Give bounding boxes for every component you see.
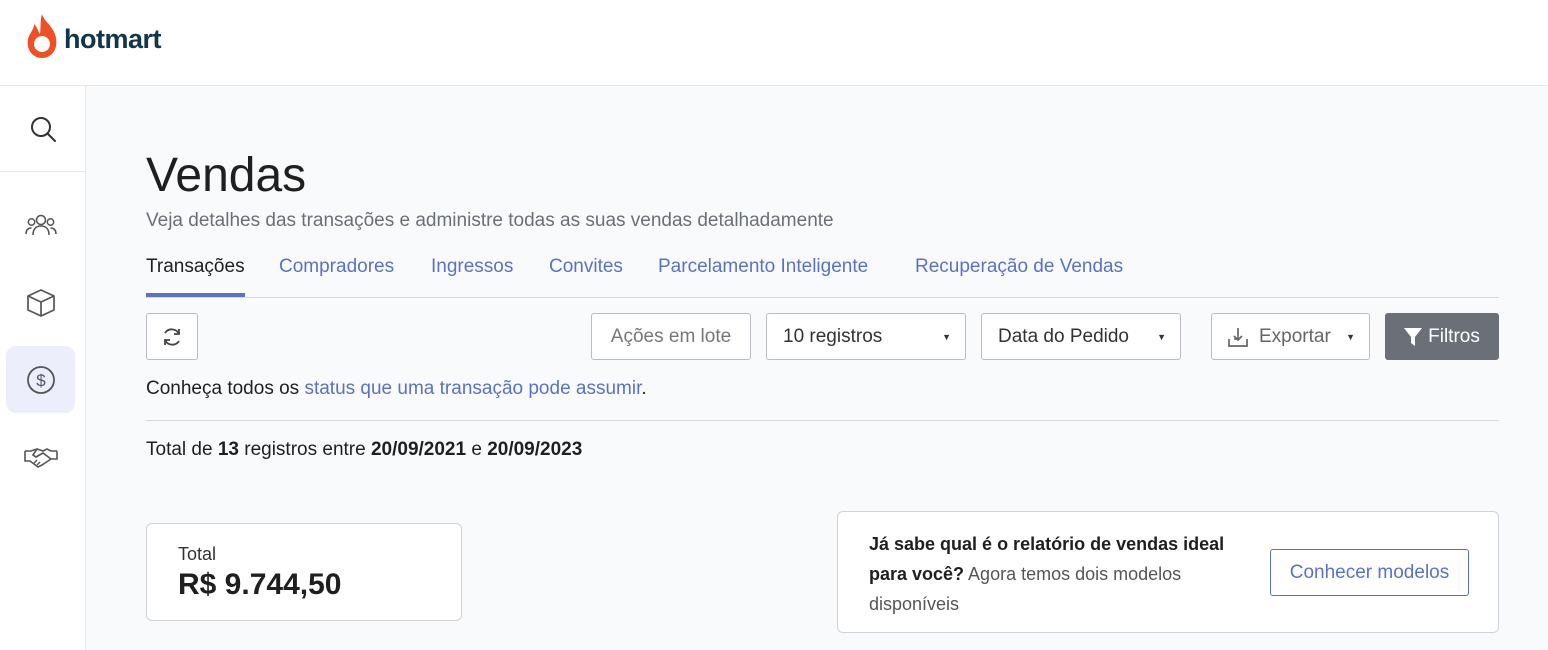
status-info-link[interactable]: status que uma transação pode assumir xyxy=(304,378,641,399)
total-label: Total xyxy=(178,544,217,564)
top-bar: hotmart xyxy=(0,0,1548,86)
chevron-down-icon: ▼ xyxy=(1157,332,1166,342)
divider xyxy=(146,420,1499,421)
report-promo-card: Já sabe qual é o relatório de vendas ide… xyxy=(837,511,1499,633)
filters-button[interactable]: Filtros xyxy=(1385,313,1499,360)
search-icon xyxy=(30,116,56,142)
tab-compradores[interactable]: Compradores xyxy=(279,256,394,297)
chevron-down-icon: ▼ xyxy=(1346,332,1355,342)
dollar-icon: $ xyxy=(26,365,55,394)
batch-actions-button[interactable]: Ações em lote xyxy=(591,313,751,360)
box-icon xyxy=(26,288,55,317)
sidebar-item-products[interactable] xyxy=(6,269,75,336)
sidebar-item-users[interactable] xyxy=(6,191,75,258)
tab-recuperacao-de-vendas[interactable]: Recuperação de Vendas xyxy=(915,256,1123,297)
handshake-icon xyxy=(23,447,58,468)
tab-transacoes[interactable]: Transações xyxy=(146,256,245,297)
refresh-button[interactable] xyxy=(146,313,198,360)
totals-date-to: 20/09/2023 xyxy=(487,439,583,460)
totals-date-from: 20/09/2021 xyxy=(370,439,467,460)
total-card: Total R$ 9.744,50 xyxy=(146,523,462,621)
svg-text:$: $ xyxy=(36,371,46,390)
status-info: Conheça todos os status que uma transaçã… xyxy=(146,378,647,400)
sidebar-item-sales[interactable]: $ xyxy=(6,346,75,413)
totals-middle: registros entre xyxy=(238,439,371,460)
totals-connector: e xyxy=(466,439,488,460)
flame-icon xyxy=(27,14,57,58)
status-info-prefix: Conheça todos os xyxy=(146,378,305,399)
records-per-page-value: 10 registros xyxy=(783,325,883,347)
refresh-icon xyxy=(164,327,180,346)
totals-count: 13 xyxy=(217,439,239,460)
know-models-button[interactable]: Conhecer modelos xyxy=(1270,549,1469,596)
sidebar-item-affiliates[interactable] xyxy=(6,423,75,490)
date-type-select[interactable]: Data do Pedido ▼ xyxy=(981,313,1181,360)
hotmart-logo[interactable]: hotmart xyxy=(24,12,162,60)
page-title: Vendas xyxy=(146,149,307,202)
download-icon xyxy=(1228,327,1248,347)
status-info-suffix: . xyxy=(641,378,647,399)
promo-text: Já sabe qual é o relatório de vendas ide… xyxy=(869,529,1259,619)
chevron-down-icon: ▼ xyxy=(942,332,951,342)
users-icon xyxy=(24,214,57,235)
filters-label: Filtros xyxy=(1428,325,1480,347)
totals-summary: Total de 13 registros entre 20/09/2021 e… xyxy=(146,439,582,461)
sidebar: $ xyxy=(0,86,86,650)
tabs: Transações Compradores Ingressos Convite… xyxy=(146,246,1499,298)
tab-ingressos[interactable]: Ingressos xyxy=(431,256,513,297)
export-button[interactable]: Exportar ▼ xyxy=(1211,313,1370,360)
records-per-page-select[interactable]: 10 registros ▼ xyxy=(766,313,966,360)
tab-parcelamento-inteligente[interactable]: Parcelamento Inteligente xyxy=(658,256,868,297)
date-type-value: Data do Pedido xyxy=(998,325,1129,347)
tab-convites[interactable]: Convites xyxy=(549,256,623,297)
filter-icon xyxy=(1404,327,1423,346)
brand-name: hotmart xyxy=(64,23,162,54)
page-subtitle: Veja detalhes das transações e administr… xyxy=(146,210,834,231)
sidebar-search[interactable] xyxy=(0,86,85,172)
total-value: R$ 9.744,50 xyxy=(178,568,342,601)
totals-prefix: Total de xyxy=(146,439,218,460)
export-label: Exportar xyxy=(1259,325,1331,347)
